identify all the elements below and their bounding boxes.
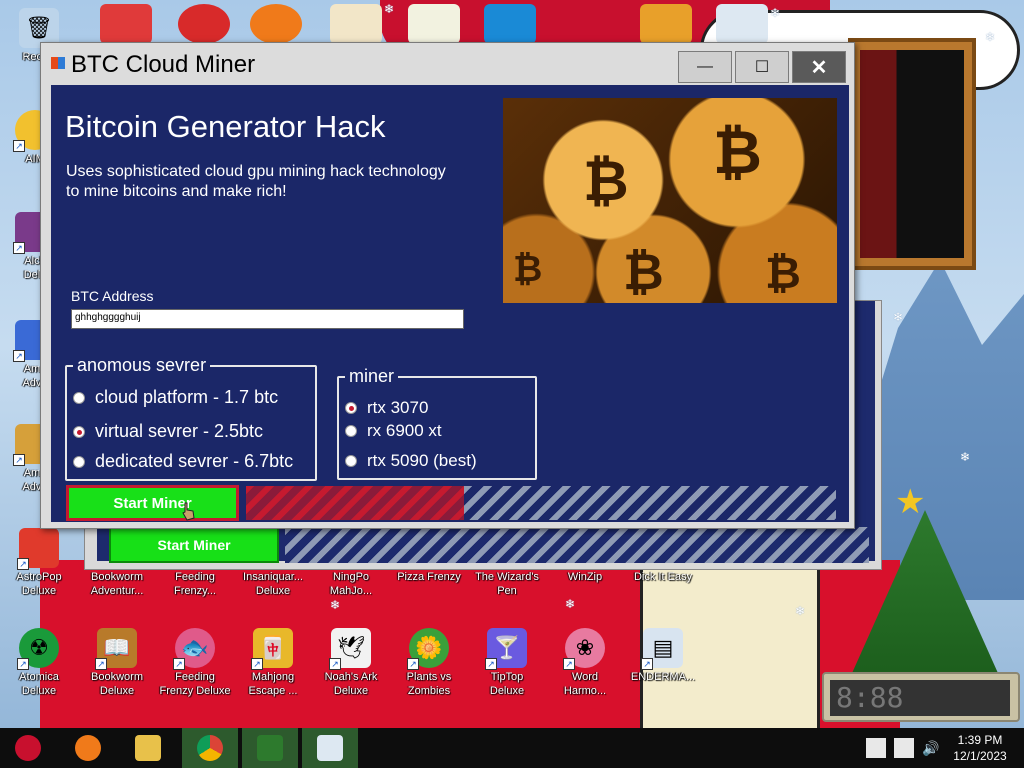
digital-clock-widget[interactable]: 8:88 [822,672,1020,722]
radio-rtx-5090[interactable]: rtx 5090 (best) [345,451,477,471]
action-center-icon[interactable] [894,738,914,758]
radio-indicator [73,425,85,438]
radio-rx-6900xt[interactable]: rx 6900 xt [345,421,442,441]
radio-dedicated-server[interactable]: dedicated sevrer - 6.7btc [73,451,293,472]
bitcoin-coins-image: ₿ ₿ ₿ ₿ ₿ [503,98,837,303]
app-r-icon[interactable] [484,4,536,44]
desktop-icon-noahs-ark[interactable]: 🕊 ↗ Noah's Ark Deluxe [312,628,390,698]
flower-icon: 🌼 ↗ [407,628,449,670]
taskbar-clock[interactable]: 1:39 PM 12/1/2023 [945,732,1015,764]
close-button[interactable]: ✕ [792,51,846,83]
window-title: BTC Cloud Miner [71,51,256,78]
shrine-icon[interactable] [330,4,382,44]
btc-address-input[interactable]: ghhghgggghuij [71,309,464,329]
window-icon[interactable] [716,4,768,44]
firefox-icon[interactable] [250,4,302,44]
snowflake-icon: ❄ [960,450,971,464]
btc-address-label: BTC Address [71,288,154,304]
clock-time: 1:39 PM [957,733,1003,747]
cocktail-icon: 🍸 ↗ [485,628,527,670]
radio-virtual-server[interactable]: virtual sevrer - 2.5btc [73,421,263,442]
document-icon: ▤ ↗ [641,628,683,670]
taskbar-chrome[interactable] [182,728,238,768]
start-button[interactable] [0,728,56,768]
firefox-icon [75,735,101,761]
page-title: Bitcoin Generator Hack [65,109,386,144]
taskbar: 🔊 1:39 PM 12/1/2023 [0,728,1024,768]
server-group: anomous sevrer cloud platform - 1.7 btc … [65,355,317,481]
radio-indicator [345,402,357,414]
creature-icon[interactable] [178,4,230,44]
app-description: Uses sophisticated cloud gpu mining hack… [66,163,446,200]
desktop-icon-feeding-frenzy-deluxe[interactable]: 🐟 ↗ Feeding Frenzy Deluxe [156,628,234,698]
radio-indicator [345,425,357,437]
snowflake-icon: ❄ [770,6,781,20]
miner-group-legend: miner [345,366,399,387]
taskbar-firefox[interactable] [60,728,116,768]
feeding-frenzy-icon: 🐟 ↗ [173,628,215,670]
radio-cloud-platform[interactable]: cloud platform - 1.7 btc [73,387,278,408]
title-bar[interactable]: BTC Cloud Miner — ☐ ✕ [41,43,854,83]
folder-icon [135,735,161,761]
atomica-icon: ☢ ↗ [17,628,59,670]
mining-progress-bar [246,486,836,520]
desktop-icon-plants-vs-zombies[interactable]: 🌼 ↗ Plants vs Zombies [390,628,468,698]
window-icon [317,735,343,761]
game-icon[interactable] [100,4,152,44]
desktop-icon-word-harmony[interactable]: ❀ ↗ Word Harmo... [546,628,624,698]
mining-progress-fill [246,486,465,520]
background-progress-bar [285,527,869,563]
taskbar-christmas-tree[interactable] [242,728,298,768]
chrome-icon [197,735,223,761]
taskbar-file-explorer[interactable] [120,728,176,768]
notepad-icon[interactable] [408,4,460,44]
star-icon: ★ [895,483,926,521]
server-group-legend: anomous sevrer [73,355,211,376]
app-client-area: Bitcoin Generator Hack Uses sophisticate… [51,85,849,522]
snowflake-icon: ❄ [985,30,996,44]
btc-cloud-miner-window[interactable]: BTC Cloud Miner — ☐ ✕ Bitcoin Generator … [40,42,855,529]
santa-start-icon [15,735,41,761]
system-tray: 🔊 [866,728,945,768]
app-icon [51,57,65,69]
radio-indicator [73,391,85,404]
minimize-button[interactable]: — [678,51,732,83]
miner-group: miner rtx 3070 rx 6900 xt rtx 5090 (best… [337,366,537,480]
bookworm-deluxe-icon: 📖 ↗ [95,628,137,670]
network-icon[interactable] [866,738,886,758]
snowflake-icon: ❄ [893,310,904,324]
snowflake-icon: ❄ [384,2,395,16]
desktop-icon-astropop[interactable]: ↗ AstroPop Deluxe [0,528,78,598]
wallpaper-picture-frame [848,38,976,270]
christmas-tree-icon [257,735,283,761]
snowflake-icon: ❄ [330,598,341,612]
desktop-icon-atomica[interactable]: ☢ ↗ Atomica Deluxe [0,628,78,698]
maximize-button[interactable]: ☐ [735,51,789,83]
radio-indicator [345,455,357,467]
astropop-icon: ↗ [17,528,59,570]
background-start-miner-button[interactable]: Start Miner [109,527,279,563]
volume-icon[interactable]: 🔊 [922,740,939,757]
clock-digits: 8:88 [830,680,1010,716]
shark-icon[interactable] [562,4,614,44]
word-harmony-icon: ❀ ↗ [563,628,605,670]
desktop-icon-mahjong-escape[interactable]: 🀄 ↗ Mahjong Escape ... [234,628,312,698]
desktop-icon-enderman[interactable]: ▤ ↗ ENDERMA... [624,628,702,684]
desktop-icon-tiptop[interactable]: 🍸 ↗ TipTop Deluxe [468,628,546,698]
radio-rtx-3070[interactable]: rtx 3070 [345,398,428,418]
snowflake-icon: ❄ [795,604,806,618]
clock-date: 12/1/2023 [953,749,1007,763]
taskbar-btc-cloud-miner[interactable] [302,728,358,768]
radio-indicator [73,455,85,468]
dove-icon: 🕊 ↗ [329,628,371,670]
box-icon[interactable] [640,4,692,44]
snowflake-icon: ❄ [565,597,576,611]
desktop-icon-bookworm-deluxe[interactable]: 📖 ↗ Bookworm Deluxe [78,628,156,698]
mahjong-escape-icon: 🀄 ↗ [251,628,293,670]
start-miner-button[interactable]: Start Miner [66,485,239,521]
